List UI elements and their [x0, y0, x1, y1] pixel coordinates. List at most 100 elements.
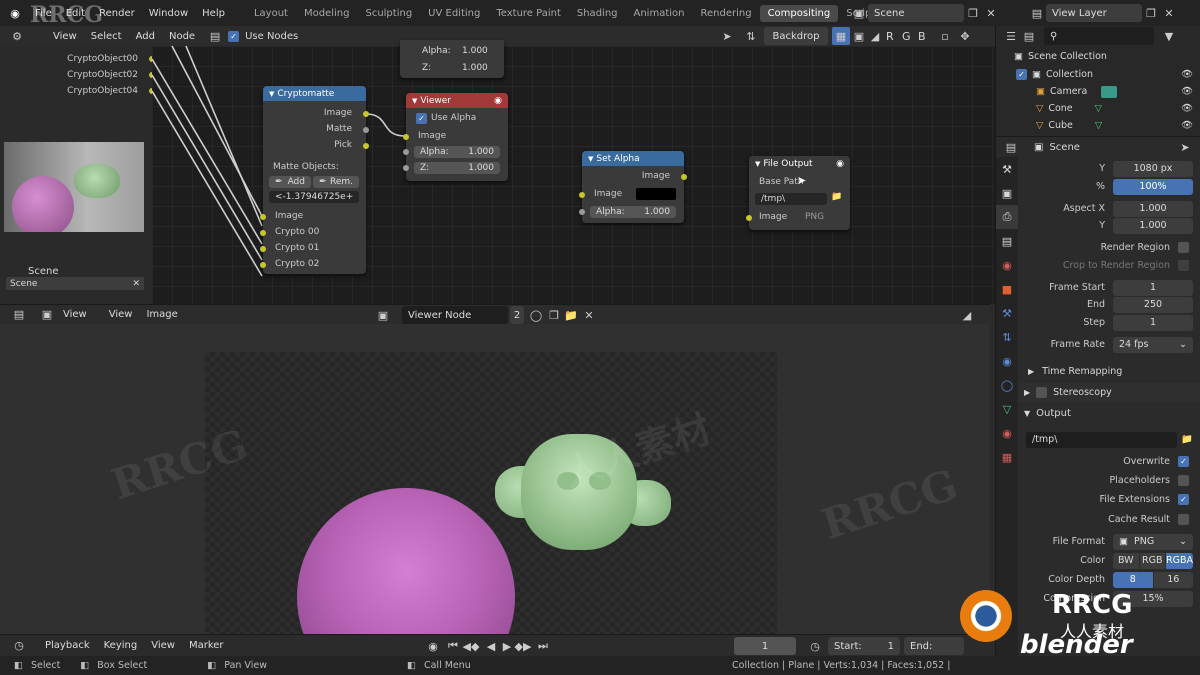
socket-in-crypto01[interactable] [260, 246, 266, 252]
file-output-path-field[interactable]: /tmp\ [755, 193, 827, 205]
visibility-eye-icon[interactable]: 👁 [1181, 86, 1193, 97]
file-output-node[interactable]: ▼ File Output ◉ Base Path ➤ /tmp\ 📁 Imag… [746, 156, 850, 230]
texture-tab-icon[interactable]: ▦ [996, 445, 1018, 469]
socket-viewer-z[interactable] [403, 165, 409, 171]
file-extensions-checkbox[interactable]: ✓ [1178, 494, 1189, 505]
socket-in-crypto00[interactable] [260, 230, 266, 236]
socket-set-alpha-alpha[interactable] [579, 209, 585, 215]
file-format-dropdown[interactable]: ▣ PNG ⌄ [1113, 533, 1193, 550]
scene-tab-icon[interactable]: ◉ [996, 253, 1018, 277]
outliner-item-cube[interactable]: ▽ Cube ▽ 👁 [996, 117, 1200, 134]
collapse-icon[interactable]: ▼ [412, 97, 417, 105]
fake-user-icon[interactable]: ◯ [527, 306, 545, 324]
new-view-layer-icon[interactable]: ❐ [1142, 4, 1160, 22]
viewer-active-icon[interactable]: ◉ [494, 96, 502, 106]
tab-layout[interactable]: Layout [246, 5, 296, 22]
outliner-scene-collection[interactable]: ▣ Scene Collection [996, 48, 1200, 65]
timeline-menu-keying[interactable]: Keying [97, 640, 145, 651]
socket-out-pick[interactable] [363, 143, 369, 149]
viewer-alpha-field[interactable]: Alpha: 1.000 [414, 146, 500, 158]
stereoscopy-checkbox[interactable] [1036, 387, 1048, 398]
socket-viewer-alpha[interactable] [403, 149, 409, 155]
socket-set-alpha-out[interactable] [681, 174, 687, 180]
outliner-item-camera[interactable]: ▣ Camera 👁 [996, 83, 1200, 100]
tab-animation[interactable]: Animation [626, 5, 693, 22]
aspect-y-field[interactable]: 1.000 [1113, 217, 1193, 234]
image-menu-view-mode[interactable]: View [56, 309, 94, 320]
display-channels-icon[interactable]: ◢ [958, 306, 976, 324]
tab-modeling[interactable]: Modeling [296, 5, 358, 22]
visibility-eye-icon[interactable]: 👁 [1181, 120, 1193, 131]
blender-logo-icon[interactable]: ◉ [6, 4, 24, 22]
visibility-eye-icon[interactable]: 👁 [1181, 69, 1193, 80]
timeline-type-icon[interactable]: ◷ [10, 637, 28, 655]
tab-rendering[interactable]: Rendering [692, 5, 759, 22]
resolution-y-field[interactable]: 1080 px [1113, 160, 1193, 177]
cryptomatte-node[interactable]: ▼ Cryptomatte Image Matte Pick Matte Obj… [260, 86, 369, 274]
frame-end-field[interactable]: End: [904, 637, 964, 655]
socket-file-output-image[interactable] [746, 215, 752, 221]
image-users-count[interactable]: 2 [510, 306, 524, 324]
viewer-node-header[interactable]: ▼ Viewer ◉ [406, 93, 508, 108]
remove-view-layer-icon[interactable]: ✕ [1160, 4, 1178, 22]
view-layer-tab-icon[interactable]: ▤ [996, 229, 1018, 253]
tab-sculpting[interactable]: Sculpting [357, 5, 420, 22]
open-image-icon[interactable]: 📁 [562, 306, 580, 324]
menu-file[interactable]: File [28, 8, 59, 19]
image-menu-image[interactable]: Image [139, 309, 184, 320]
stereoscopy-panel[interactable]: ▶ Stereoscopy [1018, 383, 1200, 402]
data-tab-icon[interactable]: ▽ [996, 397, 1018, 421]
viewer-node[interactable]: ▼ Viewer ◉ ✓ Use Alpha Image Alpha: 1.00… [403, 93, 508, 181]
physics-tab-icon[interactable]: ◉ [996, 349, 1018, 373]
jump-end-icon[interactable]: ⏭ [534, 637, 552, 655]
collapse-icon[interactable]: ▼ [755, 160, 760, 168]
image-browse-icon[interactable]: ▣ [374, 306, 392, 324]
new-scene-icon[interactable]: ❐ [964, 4, 982, 22]
socket-in-crypto02[interactable] [260, 262, 266, 268]
use-alpha-checkbox[interactable]: ✓ [416, 113, 427, 124]
socket-viewer-image[interactable] [403, 134, 409, 140]
pin-icon[interactable]: ➤ [1176, 138, 1194, 156]
outliner-mode-icon[interactable]: ▤ [1020, 27, 1038, 45]
menu-edit[interactable]: Edit [59, 8, 92, 19]
folder-icon[interactable]: 📁 [831, 192, 842, 202]
tab-compositing[interactable]: Compositing [759, 4, 839, 22]
outliner-item-cone[interactable]: ▽ Cone ▽ 👁 [996, 100, 1200, 117]
outliner-search[interactable]: ⚲ [1044, 27, 1154, 45]
tool-tab-icon[interactable]: ⚒ [996, 157, 1018, 181]
socket-out-matte[interactable] [363, 127, 369, 133]
color-rgba-option[interactable]: RGBA [1166, 552, 1194, 569]
modifier-tab-icon[interactable]: ⚒ [996, 301, 1018, 325]
color-rgb-option[interactable]: RGB [1139, 552, 1166, 569]
render-layers-node-bottom[interactable]: Alpha: 1.000 Z: 1.000 [400, 40, 504, 78]
tab-shading[interactable]: Shading [569, 5, 626, 22]
viewer-node-image[interactable] [205, 352, 777, 634]
top-node-alpha-value[interactable]: 1.000 [462, 46, 488, 56]
matte-id-field[interactable]: <-1.37946725e+... [269, 191, 359, 203]
visibility-eye-icon[interactable]: 👁 [1181, 103, 1193, 114]
particles-tab-icon[interactable]: ⇅ [996, 325, 1018, 349]
crop-checkbox[interactable] [1178, 260, 1189, 271]
outliner-type-icon[interactable]: ☰ [1002, 27, 1020, 45]
frame-start-field[interactable]: 1 [1113, 279, 1193, 296]
view-layer-field[interactable]: View Layer [1046, 4, 1142, 22]
frame-rate-dropdown[interactable]: 24 fps ⌄ [1113, 336, 1193, 353]
file-output-node-header[interactable]: ▼ File Output ◉ [749, 156, 850, 171]
overwrite-checkbox[interactable]: ✓ [1178, 456, 1189, 467]
remove-scene-icon[interactable]: ✕ [982, 4, 1000, 22]
output-tab-icon[interactable]: ⎙ [996, 205, 1018, 229]
next-keyframe-icon[interactable]: ◆▶ [514, 637, 532, 655]
view-layer-icon[interactable]: ▤ [1028, 4, 1046, 22]
frame-step-field[interactable]: 1 [1113, 314, 1193, 331]
timeline-menu-marker[interactable]: Marker [182, 640, 231, 651]
tab-texture-paint[interactable]: Texture Paint [488, 5, 569, 22]
image-editor-type-icon[interactable]: ▤ [10, 306, 28, 324]
filter-icon[interactable]: ▼ [1160, 27, 1178, 45]
set-alpha-color-swatch[interactable] [636, 188, 676, 200]
collection-checkbox[interactable]: ✓ [1016, 69, 1027, 80]
current-frame-field[interactable]: 1 [734, 637, 796, 655]
menu-help[interactable]: Help [195, 8, 232, 19]
view-mode-icon[interactable]: ▣ [38, 306, 56, 324]
jump-start-icon[interactable]: ⏮ [444, 637, 462, 655]
socket-in-image[interactable] [260, 214, 266, 220]
